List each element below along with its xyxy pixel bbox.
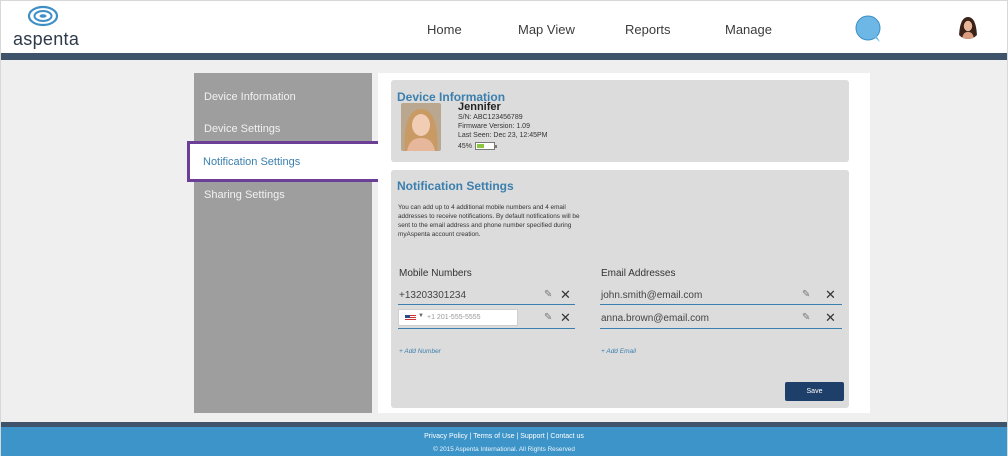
remove-x-icon[interactable]: ✕ xyxy=(825,287,836,303)
top-header: aspenta Home Map View Reports Manage xyxy=(1,1,1007,53)
phone-placeholder: +1 201-555-5555 xyxy=(427,314,481,321)
footer-links[interactable]: Privacy Policy | Terms of Use | Support … xyxy=(1,433,1007,440)
edit-pencil-icon[interactable]: ✎ xyxy=(544,312,552,323)
divider xyxy=(600,328,842,329)
nav-home[interactable]: Home xyxy=(427,22,462,37)
description-line: sent to the email address and phone numb… xyxy=(398,222,572,229)
battery-icon xyxy=(475,142,498,150)
sidebar-item-notification-settings[interactable]: Notification Settings xyxy=(187,141,383,182)
app-window: aspenta Home Map View Reports Manage Dev… xyxy=(0,0,1008,456)
phone-number-input[interactable]: ▼ +1 201-555-5555 xyxy=(398,309,518,326)
nav-map-view[interactable]: Map View xyxy=(518,22,575,37)
add-number-link[interactable]: + Add Number xyxy=(399,348,441,355)
logo[interactable]: aspenta xyxy=(13,5,79,49)
chat-bubble-icon[interactable] xyxy=(854,14,884,44)
sidebar-item-device-settings[interactable]: Device Settings xyxy=(204,123,280,135)
device-last-seen: Last Seen: Dec 23, 12:45PM xyxy=(458,132,548,139)
footer-copyright: © 2015 Aspenta International. All Rights… xyxy=(433,446,575,453)
mobile-numbers-header: Mobile Numbers xyxy=(399,268,472,279)
remove-x-icon[interactable]: ✕ xyxy=(825,310,836,326)
user-avatar[interactable] xyxy=(956,15,980,39)
description-line: You can add up to 4 additional mobile nu… xyxy=(398,204,566,211)
nav-manage[interactable]: Manage xyxy=(725,22,772,37)
divider xyxy=(398,328,575,329)
device-name: Jennifer xyxy=(458,101,501,113)
save-button[interactable]: Save xyxy=(785,382,844,401)
device-information-card: Device Information Jennifer S/N: ABC1234… xyxy=(391,80,849,162)
edit-pencil-icon[interactable]: ✎ xyxy=(544,289,552,300)
battery-percent: 45% xyxy=(458,142,473,150)
settings-sidebar: Device Information Device Settings Shari… xyxy=(194,73,372,413)
sidebar-item-sharing-settings[interactable]: Sharing Settings xyxy=(204,189,285,201)
divider xyxy=(398,304,575,305)
device-firmware: Firmware Version: 1.09 xyxy=(458,123,530,130)
mobile-number-value: +13203301234 xyxy=(399,290,467,301)
notification-settings-title: Notification Settings xyxy=(397,179,514,193)
remove-x-icon[interactable]: ✕ xyxy=(560,310,571,326)
notification-description: You can add up to 4 additional mobile nu… xyxy=(398,203,634,239)
description-line: addresses to receive notifications. By d… xyxy=(398,213,580,220)
country-dropdown-caret-icon[interactable]: ▼ xyxy=(418,313,424,319)
sidebar-item-label: Notification Settings xyxy=(203,156,301,168)
battery-status: 45% xyxy=(458,142,498,150)
sidebar-item-device-information[interactable]: Device Information xyxy=(204,91,296,103)
description-line: myAspenta account creation. xyxy=(398,231,481,238)
email-value: john.smith@email.com xyxy=(601,290,703,301)
edit-pencil-icon[interactable]: ✎ xyxy=(802,312,810,323)
divider xyxy=(600,304,842,305)
logo-text: aspenta xyxy=(13,29,80,49)
nav-reports[interactable]: Reports xyxy=(625,22,671,37)
main-panel: Device Information Jennifer S/N: ABC1234… xyxy=(378,73,870,413)
header-divider xyxy=(1,53,1007,60)
device-user-photo xyxy=(401,103,441,151)
device-serial: S/N: ABC123456789 xyxy=(458,114,523,121)
us-flag-icon[interactable] xyxy=(405,315,416,321)
remove-x-icon[interactable]: ✕ xyxy=(560,287,571,303)
footer: Privacy Policy | Terms of Use | Support … xyxy=(1,427,1007,456)
notification-settings-card: Notification Settings You can add up to … xyxy=(391,170,849,408)
email-value: anna.brown@email.com xyxy=(601,313,709,324)
add-email-link[interactable]: + Add Email xyxy=(601,348,636,355)
logo-icon xyxy=(27,5,59,27)
email-addresses-header: Email Addresses xyxy=(601,268,676,279)
edit-pencil-icon[interactable]: ✎ xyxy=(802,289,810,300)
